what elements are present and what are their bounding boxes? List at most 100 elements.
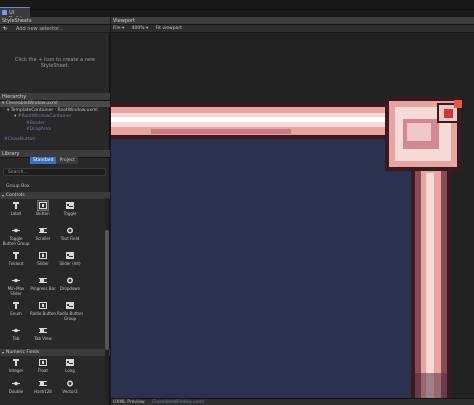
library-item-radio-button-group[interactable]: Radio Button Group [56,301,84,321]
library-item-label: Button [36,211,50,216]
tree-row-label: #CloseButton [4,137,36,142]
category-numeric-fields[interactable]: ▾ Numeric Fields [0,349,110,356]
library-search-input[interactable]: Search... [3,168,106,176]
tree-row-root-window-container[interactable]: ▾ #RootWindowContainer [0,114,110,120]
add-selector-input[interactable]: Add new selector... [16,26,63,32]
library-item-slider[interactable]: Slider [29,251,57,266]
top-border-shine [111,117,391,122]
library-item-long[interactable]: Long [56,358,84,373]
tab-project[interactable]: Project [56,157,78,164]
tab-ui-builder[interactable]: UI Builder [0,7,30,22]
group-box-label[interactable]: Group Box [6,184,30,189]
tab-standard[interactable]: Standard [30,157,57,164]
library-item-text-field[interactable]: Text Field [56,226,84,241]
library-item-label: Label [10,211,22,216]
library-item-label: Long [65,368,75,373]
library-item-label: Text Field [60,236,80,241]
uxml-preview-label: UXML Preview [113,400,145,405]
library-item-vector2[interactable]: Vector2 [56,379,84,394]
category-label: Controls [6,193,25,198]
tree-row-label: #Border [26,121,45,126]
tab-icon [11,326,21,335]
add-selector-row[interactable]: + ▾ Add new selector... [0,25,110,33]
library-item-label: Radio Button Group [57,311,83,321]
library-item-double[interactable]: Double [2,379,30,394]
library-item-label: Vector2 [62,389,78,394]
toggle-icon [65,201,75,210]
tree-row-label: #RootWindowContainer [17,114,72,119]
library-item-integer[interactable]: Integer [2,358,30,373]
window-body[interactable] [111,133,423,398]
library-scrollbar-thumb[interactable] [105,230,109,350]
library-item-slider-int[interactable]: Slider (Int) [56,251,84,266]
drag-area-inner [407,123,431,141]
tree-row-drag-area[interactable]: #DragArea [0,127,110,133]
min-max-slider-icon [11,276,21,285]
button-icon [37,200,49,211]
library-item-tab-view[interactable]: Tab View [29,326,57,341]
library-item-float[interactable]: Float [29,358,57,373]
library-item-label: Tab [12,336,20,341]
library-tabs: Standard Project [30,157,78,164]
library-item-foldout[interactable]: Foldout [2,251,30,266]
library-item-tab[interactable]: Tab [2,326,30,341]
hash128-icon [38,379,48,388]
toggle-button-group-icon [11,226,21,235]
library-item-dropdown[interactable]: Dropdown [56,276,84,291]
ui-builder-icon [2,10,7,15]
library-item-hash128[interactable]: Hash128 [29,379,57,394]
dropdown-icon [65,276,75,285]
float-icon [38,358,48,367]
expand-icon: ▾ [2,350,5,355]
slider-int-icon [65,251,75,260]
category-label: Numeric Fields [6,350,40,355]
integer-icon [11,358,21,367]
slider-icon [38,251,48,260]
window-preview [111,97,462,398]
library-item-label: Float [38,368,48,373]
library-item-progress-bar[interactable]: Progress Bar [29,276,57,291]
close-icon [444,109,453,118]
library-item-label: Tab View [34,336,52,341]
library-item-button[interactable]: Button [29,200,57,216]
scroller-icon [38,226,48,235]
library-item-label: Scroller [35,236,51,241]
library-item-toggle[interactable]: Toggle [56,201,84,216]
hierarchy-header: Hierarchy [0,93,110,101]
right-border-bottom [415,373,447,398]
vector2-icon [65,379,75,388]
library-item-label: Radio Button [30,311,56,316]
zoom-dropdown[interactable]: 400% ▾ [132,26,149,31]
library-item-min-max-slider[interactable]: Min-Max Slider [2,276,30,296]
library-item-enum[interactable]: Enum [2,301,30,316]
library-item-label: Progress Bar [30,286,56,291]
enum-icon [11,301,21,310]
label-icon [11,201,21,210]
tree-row-document[interactable]: ▾ CloseableWindow.uxml [0,101,110,107]
tree-row-close-button[interactable]: #CloseButton [0,137,110,143]
category-controls[interactable]: ▾ Controls [0,192,110,199]
library-item-label[interactable]: Label [2,201,30,216]
double-icon [11,379,21,388]
library-item-label: Foldout [8,261,24,266]
library-item-scroller[interactable]: Scroller [29,226,57,241]
library-item-label: Dropdown [59,286,81,291]
title-bar [0,0,474,10]
library-item-label: Toggle [63,211,77,216]
library-item-radio-button[interactable]: Radio Button [29,301,57,316]
radio-button-group-icon [65,301,75,310]
uxml-preview-bar[interactable]: UXML Preview CloseableWindow.uxml [111,398,474,405]
tree-row-label: #DragArea [26,127,52,132]
progress-bar-icon [38,276,48,285]
library-item-label: Enum [10,311,22,316]
fit-viewport-button[interactable]: Fit viewport [156,26,182,31]
right-border-shine [426,173,434,398]
viewport-canvas[interactable] [111,33,474,398]
top-border-shadow [151,129,291,134]
library-item-toggle-button-group[interactable]: Toggle Button Group [2,226,30,246]
tree-row-label: CloseableWindow.uxml [5,101,58,106]
tree-row-label: TemplateContainer · RootWindow.uxml [10,108,98,113]
file-menu[interactable]: File ▾ [113,26,124,31]
dropdown-caret-icon[interactable]: ▾ [5,26,8,32]
stylesheets-header: StyleSheets [0,17,110,25]
